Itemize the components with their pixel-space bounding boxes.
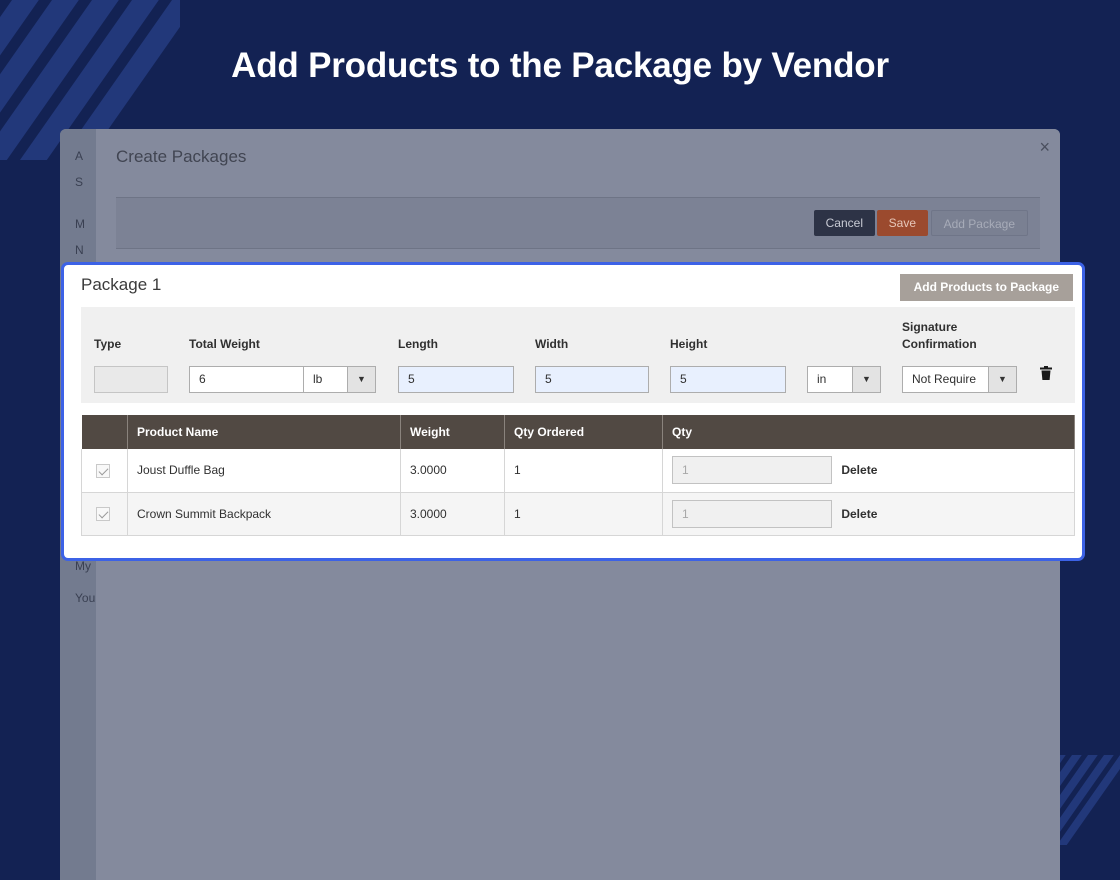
trash-icon[interactable] (1040, 366, 1052, 380)
decorative-stripes-bottom-right (1050, 755, 1120, 845)
qty-ordered-cell: 1 (504, 492, 663, 535)
behind-text-fragment: A (75, 149, 84, 163)
type-field[interactable] (94, 366, 168, 393)
behind-text-fragment: S (75, 175, 84, 189)
table-row: Crown Summit Backpack 3.0000 1 1 Delete (81, 492, 1075, 535)
qty-ordered-cell: 1 (504, 449, 663, 492)
modal-title: Create Packages (116, 147, 247, 166)
column-header-qty-ordered: Qty Ordered (504, 415, 663, 449)
delete-link[interactable]: Delete (841, 463, 877, 477)
weight-unit-value: lb (313, 372, 323, 386)
total-weight-label: Total Weight (189, 337, 260, 351)
weight-cell: 3.0000 (400, 492, 505, 535)
type-label: Type (94, 337, 122, 351)
row-select-cell (81, 492, 128, 535)
chevron-down-icon: ▼ (988, 367, 1016, 392)
behind-text-fragment: N (75, 243, 84, 257)
add-products-to-package-button[interactable]: Add Products to Package (899, 274, 1073, 301)
behind-text-fragment: You (75, 591, 96, 605)
checkbox-checked-icon[interactable] (96, 463, 110, 478)
product-name-cell: Joust Duffle Bag (127, 449, 401, 492)
qty-input[interactable]: 1 (672, 499, 832, 528)
package-products-table: Product Name Weight Qty Ordered Qty Jous… (81, 415, 1075, 536)
signature-confirmation-value: Not Require (912, 372, 977, 386)
signature-confirmation-select[interactable]: Not Require ▼ (902, 366, 1017, 393)
add-package-button[interactable]: Add Package (930, 210, 1028, 236)
column-header-product-name: Product Name (127, 415, 401, 449)
hero-title: Add Products to the Package by Vendor (231, 46, 889, 85)
select-column-header (81, 415, 128, 449)
behind-text-fragment: M (75, 217, 85, 231)
qty-input[interactable]: 1 (672, 456, 832, 485)
cancel-button[interactable]: Cancel (813, 210, 875, 236)
length-input[interactable]: 5 (398, 366, 514, 393)
weight-cell: 3.0000 (400, 449, 505, 492)
dimension-unit-select[interactable]: in ▼ (807, 366, 881, 393)
signature-label-line1: Signature (902, 320, 958, 334)
weight-unit-select[interactable]: lb ▼ (303, 366, 376, 393)
dimension-unit-value: in (817, 372, 827, 386)
table-header-row: Product Name Weight Qty Ordered Qty (81, 415, 1075, 449)
modal-toolbar: Cancel Save Add Package (116, 197, 1040, 249)
column-header-qty: Qty (662, 415, 1075, 449)
close-icon[interactable]: × (1039, 137, 1050, 158)
chevron-down-icon: ▼ (852, 367, 880, 392)
chevron-down-icon: ▼ (347, 367, 375, 392)
row-select-cell (81, 449, 128, 492)
signature-label-line2: Confirmation (902, 337, 977, 351)
qty-cell: 1 Delete (662, 449, 1075, 492)
length-label: Length (398, 337, 438, 351)
height-input[interactable]: 5 (670, 366, 786, 393)
total-weight-input[interactable]: 6 (189, 366, 304, 393)
delete-link[interactable]: Delete (841, 507, 877, 521)
product-name-cell: Crown Summit Backpack (127, 492, 401, 535)
qty-cell: 1 Delete (662, 492, 1075, 535)
behind-text-fragment: My (75, 559, 91, 573)
table-row: Joust Duffle Bag 3.0000 1 1 Delete (81, 449, 1075, 492)
height-label: Height (670, 337, 708, 351)
signature-confirmation-label: Signature Confirmation (902, 319, 977, 353)
package-fields-panel: Type Total Weight 6 lb ▼ Length 5 Width … (81, 307, 1075, 403)
width-input[interactable]: 5 (535, 366, 649, 393)
checkbox-checked-icon[interactable] (96, 506, 110, 521)
save-button[interactable]: Save (876, 210, 928, 236)
package-title: Package 1 (81, 275, 162, 294)
column-header-weight: Weight (400, 415, 505, 449)
width-label: Width (535, 337, 569, 351)
package-card: Package 1 Add Products to Package Type T… (61, 262, 1085, 561)
